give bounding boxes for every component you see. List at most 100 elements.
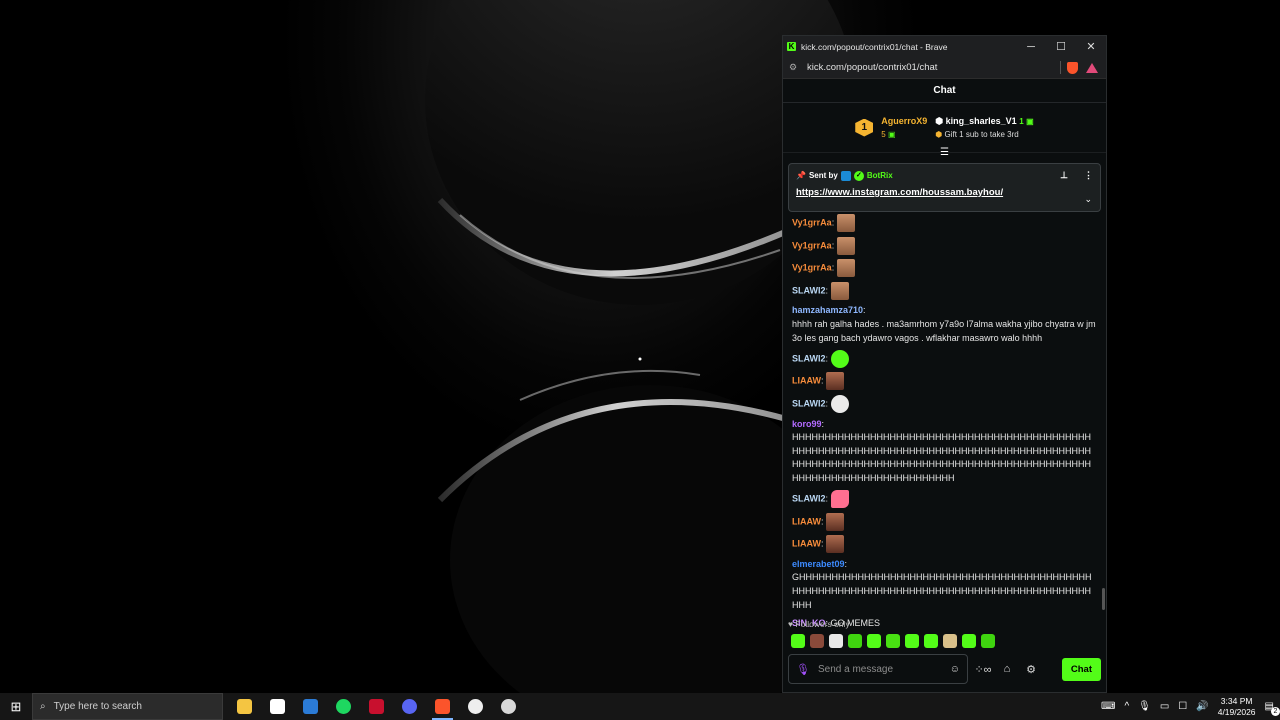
more-options-icon[interactable]: ⋮: [1084, 170, 1093, 181]
chat-username[interactable]: koro99: [792, 419, 822, 429]
chat-message: koro99: HHHHHHHHHHHHHHHHHHHHHHHHHHHHHHHH…: [792, 418, 1097, 486]
chat-username[interactable]: SLAWI2: [792, 398, 826, 408]
unpin-icon[interactable]: ⊥: [1060, 170, 1068, 181]
brave-button[interactable]: [426, 693, 459, 720]
emote-picker-icon[interactable]: ☺: [950, 664, 960, 675]
obs-icon: [468, 699, 483, 714]
leaderboard-rank2: ⬢ king_sharles_V1 1 ▣ ⬢ Gift 1 sub to ta…: [935, 115, 1033, 141]
chat-username[interactable]: Vy1grrAa: [792, 240, 832, 250]
emote-quick[interactable]: [943, 634, 957, 648]
chevron-up-icon[interactable]: ^: [1124, 701, 1129, 712]
emote-image[interactable]: [830, 349, 849, 368]
emote-quick[interactable]: [981, 634, 995, 648]
emote-quick[interactable]: [829, 634, 843, 648]
site-settings-icon[interactable]: ⚙: [789, 62, 799, 73]
pinned-link[interactable]: https://www.instagram.com/houssam.bayhou…: [796, 187, 1093, 198]
a-app-icon: [369, 699, 384, 714]
emote-image[interactable]: [836, 236, 855, 255]
emote-quick[interactable]: [886, 634, 900, 648]
mic-tray-icon[interactable]: 🎙: [1138, 701, 1151, 712]
minimize-button[interactable]: ─: [1016, 41, 1046, 53]
verified-icon: ✓: [853, 170, 864, 181]
volume-icon[interactable]: 🔊: [1196, 701, 1208, 712]
username-separator: :: [831, 239, 837, 250]
chat-message: Vy1grrAa:: [792, 259, 1097, 278]
mail-button[interactable]: [294, 693, 327, 720]
emote-quick[interactable]: [867, 634, 881, 648]
username-separator: :: [825, 285, 831, 296]
brave-rewards-icon[interactable]: [1086, 62, 1098, 73]
rank2-username[interactable]: king_sharles_V1: [946, 116, 1017, 126]
store-button[interactable]: [261, 693, 294, 720]
divider: [1060, 61, 1061, 74]
emote-quick[interactable]: [848, 634, 862, 648]
emote-image[interactable]: [836, 259, 855, 278]
steam-button[interactable]: [492, 693, 525, 720]
emote-image[interactable]: [830, 490, 849, 509]
settings-gear-icon[interactable]: ⚙: [1022, 663, 1040, 676]
chat-username[interactable]: elmerabet09: [792, 559, 845, 569]
spotify-button[interactable]: [327, 693, 360, 720]
emote-image[interactable]: [836, 214, 855, 232]
brave-shields-icon[interactable]: [1067, 61, 1078, 74]
chat-username[interactable]: hamzahamza710: [792, 305, 863, 315]
gift-box-icon: ⬢: [935, 129, 943, 139]
quick-emote-bar: [791, 634, 995, 648]
app-a-button[interactable]: [360, 693, 393, 720]
botrix-avatar-icon: [840, 170, 851, 181]
taskbar-search[interactable]: ⌕ Type here to search: [32, 693, 223, 720]
chat-input-row: 🎙 Send a message ☺ ⁘∞ ⌂ ⚙ Chat: [788, 654, 1101, 684]
chat-username[interactable]: LIAAW: [792, 539, 821, 549]
notification-count: 2: [1271, 707, 1280, 716]
search-placeholder: Type here to search: [53, 701, 142, 712]
microphone-icon[interactable]: 🎙: [796, 663, 810, 676]
chat-scrollbar[interactable]: [1102, 588, 1105, 610]
clock[interactable]: 3:34 PM 4/19/2026: [1218, 696, 1256, 718]
emote-quick[interactable]: [905, 634, 919, 648]
start-windows-icon[interactable]: ⊞: [0, 699, 32, 715]
notifications-icon[interactable]: ▤ 2: [1265, 701, 1280, 716]
file-explorer-button[interactable]: [228, 693, 261, 720]
filter-icon[interactable]: ☰: [938, 147, 952, 158]
chat-message-text: HHHHHHHHHHHHHHHHHHHHHHHHHHHHHHHHHHHHHHHH…: [792, 432, 1091, 483]
emote-image[interactable]: [830, 394, 849, 413]
keyboard-icon[interactable]: ⌨: [1101, 701, 1115, 712]
pinned-sender[interactable]: BotRix: [867, 171, 893, 180]
emote-quick[interactable]: [810, 634, 824, 648]
send-chat-button[interactable]: Chat: [1061, 657, 1101, 681]
chat-username[interactable]: Vy1grrAa: [792, 263, 832, 273]
mail-icon: [303, 699, 318, 714]
emote-image[interactable]: [826, 535, 845, 554]
message-input[interactable]: 🎙 Send a message ☺: [788, 654, 968, 684]
message-placeholder: Send a message: [817, 663, 894, 675]
chevron-down-icon[interactable]: ⌄: [1084, 194, 1092, 205]
rank1-username[interactable]: AguerroX9: [881, 115, 927, 128]
emote-image[interactable]: [830, 281, 849, 300]
followers-only-indicator: ♥ Followers only: [788, 619, 850, 629]
chat-username[interactable]: Vy1grrAa: [792, 217, 832, 227]
clock-time: 3:34 PM: [1220, 695, 1253, 706]
store-icon[interactable]: ⌂: [998, 663, 1016, 675]
rank1-sub-count: 5 ▣: [881, 129, 896, 139]
chat-username[interactable]: SLAWI2: [792, 493, 826, 503]
maximize-button[interactable]: ☐: [1046, 40, 1076, 53]
chat-username[interactable]: SLAWI2: [792, 353, 826, 363]
url-field[interactable]: kick.com/popout/contrix01/chat: [807, 62, 1060, 73]
discord-icon: [402, 699, 417, 714]
battery-icon[interactable]: ▭: [1160, 701, 1169, 712]
emote-quick[interactable]: [924, 634, 938, 648]
discord-button[interactable]: [393, 693, 426, 720]
store-icon: [270, 699, 285, 714]
emote-image[interactable]: [826, 372, 845, 391]
emote-quick[interactable]: [962, 634, 976, 648]
network-icon[interactable]: ☐: [1178, 701, 1187, 712]
obs-button[interactable]: [459, 693, 492, 720]
chat-username[interactable]: SLAWI2: [792, 285, 826, 295]
close-button[interactable]: ✕: [1076, 40, 1106, 53]
chat-username[interactable]: LIAAW: [792, 516, 821, 526]
emote-quick[interactable]: [791, 634, 805, 648]
address-bar: ⚙ kick.com/popout/contrix01/chat: [783, 57, 1106, 79]
chat-username[interactable]: LIAAW: [792, 376, 821, 386]
chat-users-icon[interactable]: ⁘∞: [974, 663, 992, 676]
emote-image[interactable]: [826, 512, 845, 531]
